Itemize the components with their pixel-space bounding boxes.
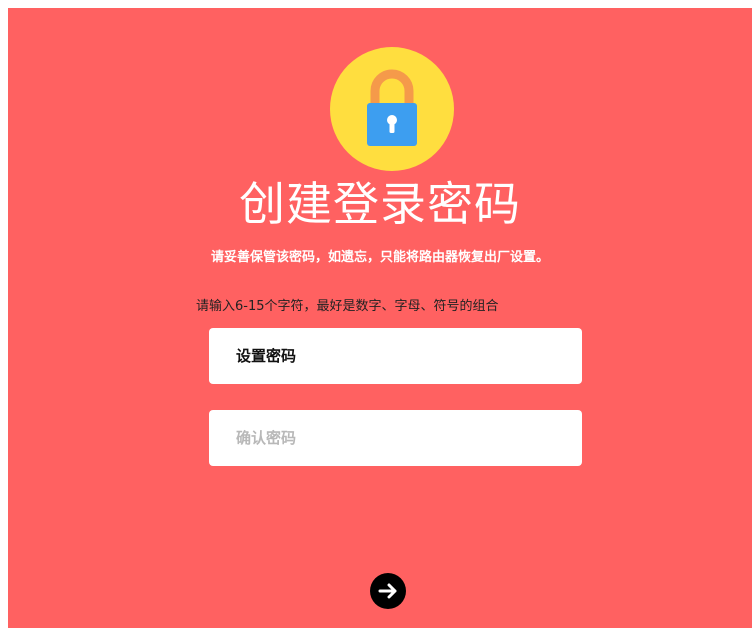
page-title: 创建登录密码 [239,177,521,231]
reset-warning-text: 请妥善保管该密码，如遗忘，只能将路由器恢复出厂设置。 [210,250,549,265]
next-button[interactable] [370,573,406,609]
password-field[interactable]: 设置密码 [209,328,582,384]
lock-icon [367,69,417,146]
password-hint: 请输入6-15个字符，最好是数字、字母、符号的组合 [196,299,499,314]
confirm-password-placeholder: 确认密码 [236,429,297,447]
password-placeholder: 设置密码 [236,347,297,365]
lock-badge [330,47,454,171]
confirm-password-field[interactable]: 确认密码 [209,410,582,466]
arrow-right-icon [378,583,397,599]
login-password-panel: 创建登录密码 请妥善保管该密码，如遗忘，只能将路由器恢复出厂设置。 请输入6-1… [8,8,752,628]
